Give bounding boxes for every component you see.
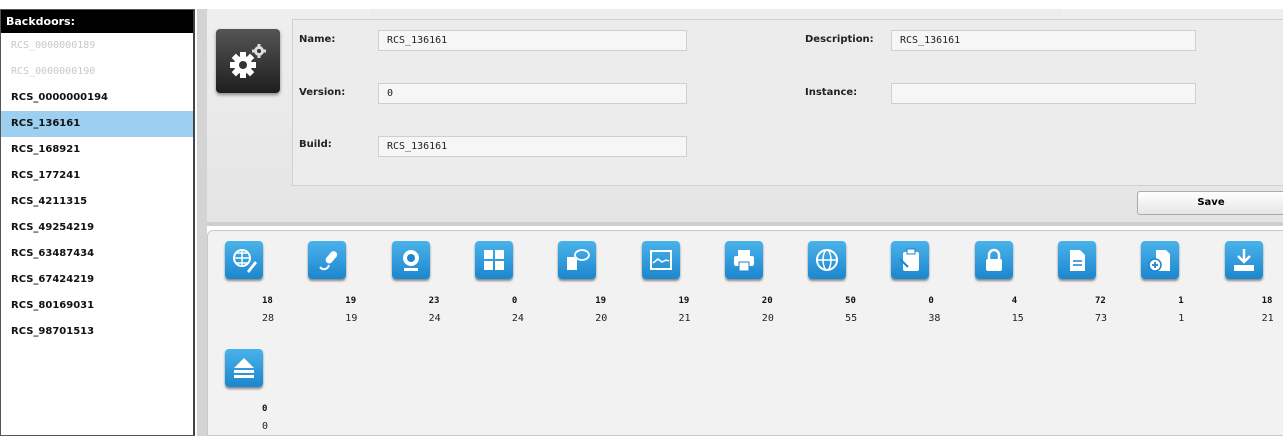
backdoor-item[interactable]: RCS_98701513 bbox=[1, 319, 193, 345]
version-label: Version: bbox=[299, 87, 346, 98]
module-count-new: 72 bbox=[1095, 296, 1106, 306]
module-count-total: 1 bbox=[1178, 313, 1185, 324]
clipboard-icon[interactable] bbox=[891, 241, 930, 279]
document-icon[interactable] bbox=[1058, 241, 1096, 279]
module-count-new: 0 bbox=[511, 296, 518, 306]
module-tile[interactable] bbox=[1214, 241, 1274, 279]
globe-icon[interactable] bbox=[808, 241, 847, 279]
backdoor-item[interactable]: RCS_4211315 bbox=[1, 189, 193, 215]
printer-icon[interactable] bbox=[724, 241, 763, 279]
module-count-new: 1 bbox=[1178, 296, 1184, 306]
config-panel: Name: RCS_136161 Description: RCS_136161… bbox=[207, 9, 1283, 226]
module-tile[interactable] bbox=[381, 241, 441, 279]
module-count-total: 0 bbox=[262, 421, 269, 432]
module-count-new: 18 bbox=[262, 296, 273, 306]
backdoor-item[interactable]: RCS_168921 bbox=[1, 137, 193, 163]
download-icon[interactable] bbox=[1224, 241, 1263, 279]
backdoor-item[interactable]: RCS_177241 bbox=[1, 163, 193, 189]
backdoor-form: Name: RCS_136161 Description: RCS_136161… bbox=[292, 19, 1283, 186]
globe-pen-icon[interactable] bbox=[225, 241, 263, 279]
backdoor-item[interactable]: RCS_80169031 bbox=[1, 293, 193, 319]
module-tile[interactable] bbox=[880, 241, 940, 279]
name-label: Name: bbox=[299, 34, 336, 45]
module-count-new: 50 bbox=[845, 296, 856, 306]
version-field[interactable]: 0 bbox=[378, 83, 687, 104]
modules-panel: 18 28 19 19 23 24 0 24 19 20 19 21 20 20 50 55 0 38 4 15 72 7… bbox=[207, 230, 1283, 436]
module-count-total: 73 bbox=[1095, 313, 1108, 324]
backdoor-list: RCS_0000000189 RCS_0000000190 RCS_00000001… bbox=[1, 33, 193, 345]
module-count-total: 28 bbox=[262, 313, 275, 324]
microphone-icon[interactable] bbox=[308, 241, 347, 279]
description-label: Description: bbox=[805, 34, 874, 45]
backdoor-item[interactable]: RCS_49254219 bbox=[1, 215, 193, 241]
screenshot-icon[interactable] bbox=[641, 241, 680, 279]
description-field[interactable]: RCS_136161 bbox=[891, 30, 1196, 51]
module-tile[interactable] bbox=[214, 241, 274, 279]
build-field[interactable]: RCS_136161 bbox=[378, 136, 687, 157]
top-strip bbox=[370, 9, 1062, 17]
module-count-total: 38 bbox=[928, 313, 941, 324]
instance-label: Instance: bbox=[805, 87, 858, 98]
module-tile[interactable] bbox=[214, 349, 274, 387]
build-label: Build: bbox=[299, 139, 332, 150]
backdoor-item[interactable]: RCS_0000000194 bbox=[1, 85, 193, 111]
module-tile[interactable] bbox=[797, 241, 857, 279]
module-count-new: 4 bbox=[1011, 296, 1018, 306]
module-count-total: 20 bbox=[595, 313, 608, 324]
module-count-total: 20 bbox=[761, 313, 774, 324]
module-count-new: 20 bbox=[761, 296, 773, 306]
panel-divider bbox=[197, 9, 207, 436]
module-count-new: 0 bbox=[262, 404, 268, 414]
backdoor-item[interactable]: RCS_0000000189 bbox=[1, 33, 193, 59]
backdoors-sidebar: Backdoors: RCS_0000000189 RCS_0000000190 R… bbox=[0, 9, 195, 436]
keyboard-icon[interactable] bbox=[474, 241, 513, 279]
module-tile[interactable] bbox=[297, 241, 357, 279]
backdoor-item[interactable]: RCS_0000000190 bbox=[1, 59, 193, 85]
module-tile[interactable] bbox=[464, 241, 524, 279]
backdoor-item[interactable]: RCS_63487434 bbox=[1, 241, 193, 267]
module-tile[interactable] bbox=[714, 241, 774, 279]
module-count-new: 19 bbox=[595, 296, 607, 306]
instance-field[interactable] bbox=[891, 83, 1196, 104]
module-count-total: 24 bbox=[511, 313, 524, 324]
gear-icon bbox=[216, 29, 280, 93]
module-tile[interactable] bbox=[631, 241, 691, 279]
module-count-total: 24 bbox=[428, 313, 441, 324]
module-tile[interactable] bbox=[547, 241, 607, 279]
lock-icon[interactable] bbox=[974, 241, 1013, 279]
name-field[interactable]: RCS_136161 bbox=[378, 30, 687, 51]
module-tile[interactable] bbox=[1130, 241, 1190, 279]
upload-icon[interactable] bbox=[225, 349, 263, 387]
chat-icon[interactable] bbox=[558, 241, 597, 279]
module-tile[interactable] bbox=[1047, 241, 1107, 279]
module-count-new: 18 bbox=[1261, 296, 1273, 306]
module-tile[interactable] bbox=[964, 241, 1024, 279]
module-count-total: 15 bbox=[1011, 313, 1024, 324]
module-count-total: 21 bbox=[1261, 313, 1274, 324]
module-count-new: 19 bbox=[678, 296, 690, 306]
module-count-new: 19 bbox=[345, 296, 357, 306]
backdoor-item[interactable]: RCS_136161 bbox=[1, 111, 193, 137]
add-document-icon[interactable] bbox=[1141, 241, 1180, 279]
sidebar-title: Backdoors: bbox=[1, 10, 193, 33]
webcam-icon[interactable] bbox=[391, 241, 430, 279]
module-count-total: 55 bbox=[845, 313, 858, 324]
module-count-total: 21 bbox=[678, 313, 691, 324]
module-count-new: 0 bbox=[928, 296, 934, 306]
save-button[interactable]: Save bbox=[1137, 191, 1283, 215]
backdoor-item[interactable]: RCS_67424219 bbox=[1, 267, 193, 293]
module-count-new: 23 bbox=[428, 296, 440, 306]
module-count-total: 19 bbox=[345, 313, 358, 324]
